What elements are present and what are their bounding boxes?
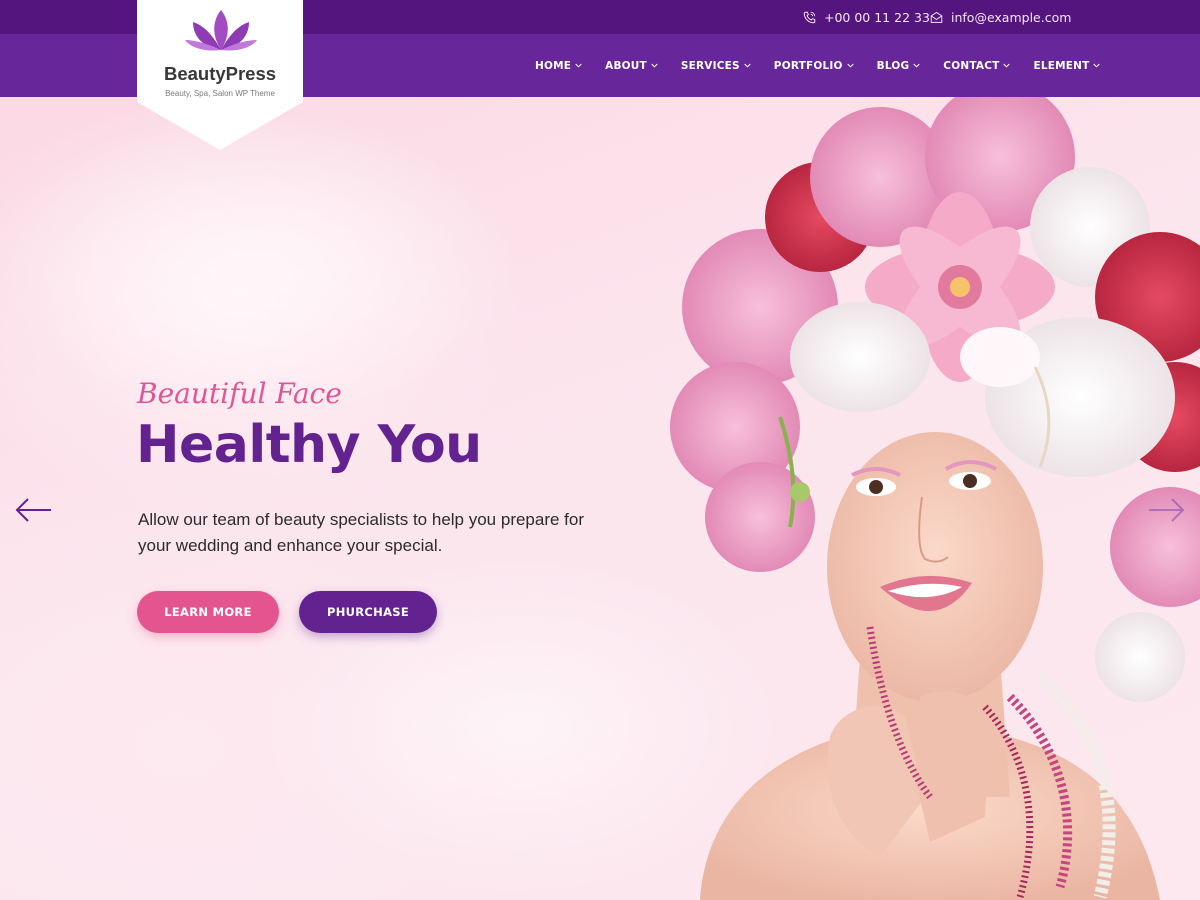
topbar-phone[interactable]: +00 00 11 22 33 [803, 0, 930, 34]
chevron-down-icon [913, 63, 920, 68]
lotus-icon [185, 10, 257, 51]
hero-slider: Beautiful Face Healthy You Allow our tea… [0, 97, 1200, 900]
chevron-down-icon [744, 63, 751, 68]
nav-item-home[interactable]: HOME [535, 60, 582, 72]
nav-item-label: SERVICES [680, 59, 740, 72]
logo-name: BeautyPress [163, 63, 277, 84]
learn-more-button[interactable]: LEARN MORE [137, 591, 279, 633]
nav-item-label: ABOUT [605, 59, 647, 72]
chevron-down-icon [651, 63, 658, 68]
chevron-down-icon [575, 63, 582, 68]
phone-icon [803, 11, 816, 23]
chevron-down-icon [846, 63, 854, 68]
chevron-down-icon [1093, 63, 1101, 68]
hero-subtitle: Beautiful Face [137, 377, 342, 410]
nav-item-label: ELEMENT [1033, 59, 1090, 72]
topbar-phone-text: +00 00 11 22 33 [824, 9, 930, 25]
topbar-email-text: info@example.com [951, 9, 1072, 25]
hero-description: Allow our team of beauty specialists to … [138, 510, 585, 555]
nav-item-portfolio[interactable]: PORTFOLIO [774, 60, 854, 72]
envelope-icon [930, 11, 943, 23]
nav-item-element[interactable]: ELEMENT [1033, 59, 1101, 72]
nav-item-blog[interactable]: BLOG [877, 60, 921, 72]
chevron-down-icon [1003, 63, 1011, 68]
hero-headline: Healthy You [136, 415, 482, 475]
nav-item-label: HOME [535, 59, 572, 72]
logo-tagline: Beauty, Spa, Salon WP Theme [165, 89, 275, 98]
nav-item-label: BLOG [876, 59, 910, 72]
topbar-email[interactable]: info@example.com [930, 0, 1071, 34]
nav-item-contact[interactable]: CONTACT [943, 59, 1011, 72]
nav-item-label: CONTACT [943, 59, 1000, 72]
hero-model-image [0, 97, 1200, 900]
nav-item-services[interactable]: SERVICES [681, 60, 751, 72]
main-nav: HOME ABOUT SERVICES PORTFOLIO BLOG CONTA… [535, 34, 1123, 97]
arrow-left-icon[interactable] [15, 497, 53, 523]
site-logo[interactable]: BeautyPress Beauty, Spa, Salon WP Theme [137, 0, 303, 150]
nav-item-label: PORTFOLIO [773, 59, 843, 72]
arrow-right-icon[interactable] [1147, 497, 1185, 523]
purchase-button[interactable]: PHURCHASE [299, 591, 437, 633]
nav-item-about[interactable]: ABOUT [605, 60, 658, 72]
